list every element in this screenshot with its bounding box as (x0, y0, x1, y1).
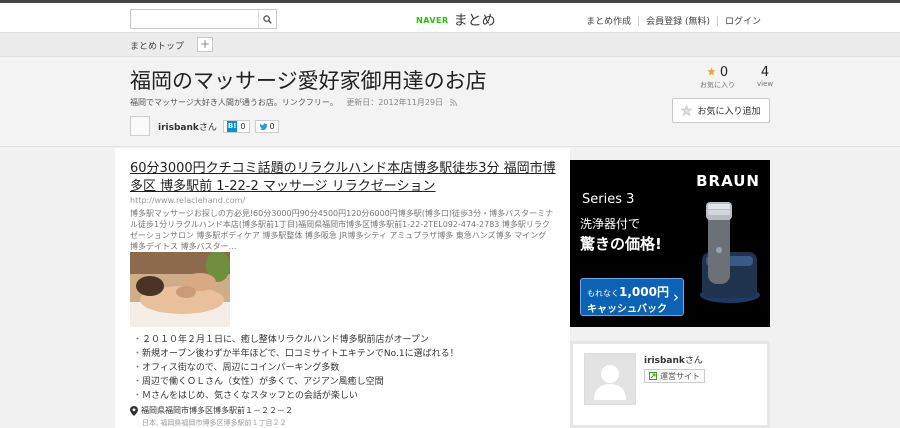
ad-cta-amount: 1,000円 (619, 285, 669, 299)
author-suffix: さん (198, 122, 217, 133)
link-title[interactable]: 60分3000円クチコミ話題のリラクルハンド本店博多駅徒歩3分 福岡市博多区 博… (130, 160, 560, 196)
ad-brand: BRAUN (696, 172, 760, 190)
profile-name: irisbank (644, 356, 685, 366)
naver-matome-logo[interactable]: NAVER まとめ (416, 10, 496, 30)
page-description: 福岡でマッサージ大好き人間が通うお店。リンクフリー。 更新日：2012年11月2… (130, 97, 457, 108)
description-text: 福岡でマッサージ大好き人間が通うお店。リンクフリー。 (130, 98, 338, 107)
chevron-right-icon: › (673, 288, 679, 306)
breadcrumb-add-button[interactable]: + (197, 37, 213, 52)
main-content: 60分3000円クチコミ話題のリラクルハンド本店博多駅徒歩3分 福岡市博多区 博… (115, 148, 570, 428)
hatena-icon: B! (226, 120, 238, 132)
author-avatar[interactable] (130, 116, 150, 136)
favorites-label: お気に入り (700, 81, 735, 89)
location-address: 福岡県福岡市博多区博多駅前１－２２－２ (141, 406, 293, 415)
ad-cta-small: もれなく (587, 289, 619, 298)
map-pin-icon (130, 405, 138, 416)
location-row[interactable]: 福岡県福岡市博多区博多駅前１－２２－２ (130, 405, 293, 416)
rss-icon[interactable] (449, 99, 457, 106)
page-header: 福岡のマッサージ愛好家御用達のお店 福岡でマッサージ大好き人間が通うお店。リンク… (0, 57, 900, 147)
list-item: 新規オープン後わずか半年ほどで、口コミサイトエキテンでNo.1に選ばれる！ (133, 347, 459, 361)
author-profile-card: irisbankさん 運営サイト (570, 341, 770, 428)
search-input[interactable] (131, 10, 259, 28)
breadcrumb-top-link[interactable]: まとめトップ (130, 39, 184, 52)
add-favorite-label: お気に入り追加 (697, 107, 761, 117)
hatena-count: 0 (240, 121, 246, 131)
braun-ad-banner[interactable]: BRAUN Series 3 洗浄器付で 驚きの価格! もれなく1,000円 キ… (570, 160, 770, 327)
managed-site-label: 運営サイト (660, 371, 700, 381)
link-snippet: 博多駅マッサージお探しの方必見!60分3000円90分4500円120分6000… (130, 209, 554, 251)
star-outline-icon (681, 105, 693, 116)
link-url[interactable]: http://www.relaclehand.com/ (130, 196, 245, 205)
favorites-count: 0 (719, 65, 729, 80)
author-name: irisbank (158, 122, 199, 133)
search-icon (263, 14, 272, 24)
views-count: 4 (760, 65, 770, 80)
ad-cta-text: キャッシュバック (587, 304, 667, 315)
favorites-count-row: 0 (700, 65, 735, 80)
create-matome-link[interactable]: まとめ作成 (579, 14, 638, 27)
twitter-icon (258, 122, 267, 130)
author-row: irisbankさん B! 0 0 (130, 116, 279, 136)
list-item: ２０１０年２月１日に、癒し整体リラクルハンド博多駅前店がオープン (133, 333, 459, 347)
star-icon (707, 67, 716, 76)
register-link[interactable]: 会員登録 (無料) (639, 14, 717, 27)
link-icon (649, 372, 657, 380)
search-button[interactable] (258, 10, 276, 28)
logo-naver: NAVER (416, 15, 449, 25)
shaver-product-image (700, 202, 760, 303)
massage-photo-image (130, 252, 230, 327)
ad-cashback-button[interactable]: もれなく1,000円 キャッシュバック › (580, 278, 684, 316)
views-stat: 4 view (757, 65, 773, 90)
top-nav: まとめ作成 会員登録 (無料) ログイン (579, 14, 768, 27)
login-link[interactable]: ログイン (718, 14, 768, 27)
profile-suffix: さん (684, 356, 703, 366)
twitter-button[interactable]: 0 (254, 119, 279, 133)
search-box (130, 9, 277, 29)
updated-date: 更新日：2012年11月29日 (346, 98, 444, 107)
top-bar: NAVER まとめ まとめ作成 会員登録 (無料) ログイン (0, 0, 900, 33)
hatena-bookmark-button[interactable]: B! 0 (222, 119, 250, 133)
breadcrumb-bar: まとめトップ + (0, 33, 900, 57)
page-stats: 0 お気に入り 4 view (700, 65, 773, 90)
feature-list: ２０１０年２月１日に、癒し整体リラクルハンド博多駅前店がオープン 新規オープン後… (133, 333, 459, 403)
twitter-count: 0 (269, 121, 275, 131)
ad-line2: 驚きの価格! (580, 235, 662, 253)
list-item: オフィス街なので、周辺にコインパーキング多数 (133, 361, 459, 375)
profile-name-link[interactable]: irisbankさん (644, 353, 703, 366)
profile-avatar[interactable] (584, 353, 636, 405)
ad-line1: 洗浄器付で (580, 217, 641, 231)
author-name-link[interactable]: irisbankさん (158, 120, 217, 133)
managed-site-button[interactable]: 運営サイト (644, 369, 705, 383)
location-sub: 日本, 福岡県福岡市博多区博多駅前１丁目２２ (142, 419, 287, 427)
logo-matome: まとめ (453, 13, 496, 29)
user-placeholder-icon (594, 365, 626, 400)
list-item: Ｍさんをはじめ、気さくなスタッフとの会話が楽しい (133, 389, 459, 403)
ad-series: Series 3 (582, 192, 635, 207)
page-title: 福岡のマッサージ愛好家御用達のお店 (130, 69, 487, 93)
views-label: view (757, 80, 774, 88)
list-item: 周辺で働くＯＬさん（女性）が多くて、アジアン風癒し空間 (133, 375, 459, 389)
favorites-stat: 0 お気に入り (700, 65, 735, 90)
massage-photo[interactable] (130, 252, 230, 327)
add-favorite-button[interactable]: お気に入り追加 (672, 98, 770, 123)
